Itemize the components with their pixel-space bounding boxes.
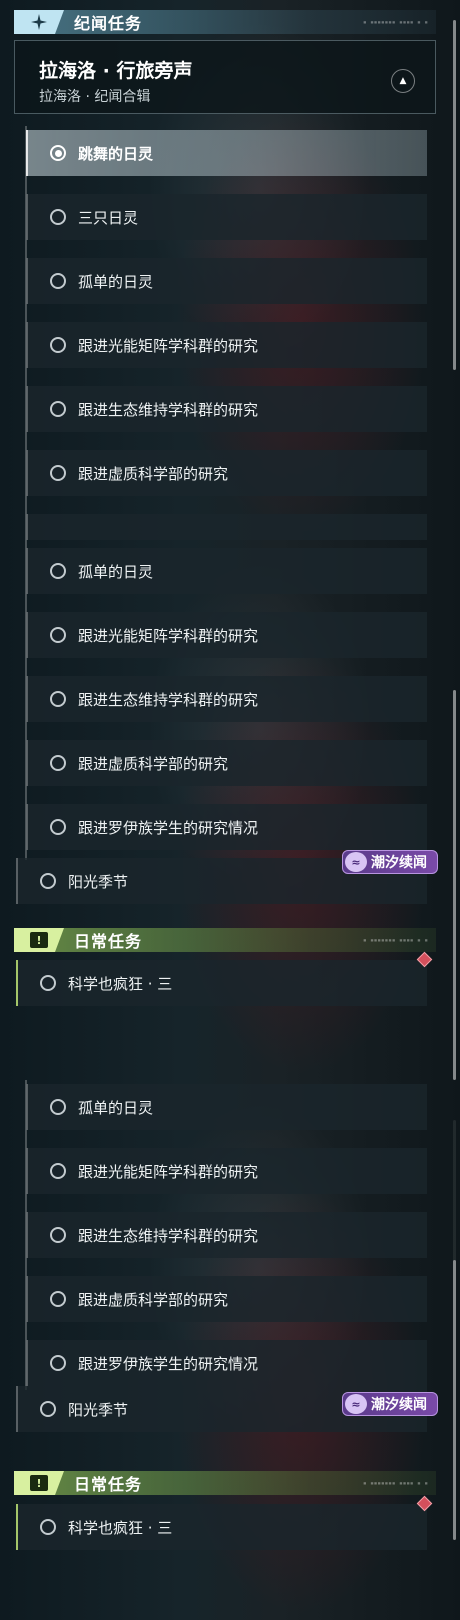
- header-deco-text: ▪ ▪▪▪▪▪▪▪ ▪▪▪▪ ▪ ▪: [362, 936, 428, 944]
- quest-row[interactable]: 跟进生态维持学科群的研究: [26, 1212, 427, 1258]
- quest-label: 跟进罗伊族学生的研究情况: [78, 1354, 259, 1373]
- radio-icon: [50, 627, 66, 643]
- header-deco-text: ▪ ▪▪▪▪▪▪▪ ▪▪▪▪ ▪ ▪: [362, 1479, 428, 1487]
- quest-label: 跟进虚质科学部的研究: [78, 464, 229, 483]
- radio-icon: [50, 1163, 66, 1179]
- radio-icon: [50, 819, 66, 835]
- quest-row[interactable]: 跳舞的日灵: [26, 130, 427, 176]
- quest-row[interactable]: 跟进虚质科学部的研究: [26, 1276, 427, 1322]
- scrollbar-track[interactable]: [453, 690, 456, 1080]
- quest-label: 跟进生态维持学科群的研究: [78, 1226, 259, 1245]
- quest-row[interactable]: 跟进光能矩阵学科群的研究: [26, 1148, 427, 1194]
- chaoxi-badge-label: 潮汐续闻: [371, 855, 427, 871]
- quest-label: 跟进虚质科学部的研究: [78, 754, 229, 773]
- exclamation-icon: !: [30, 932, 48, 948]
- quest-label: 跟进罗伊族学生的研究情况: [78, 818, 259, 837]
- quest-group-card[interactable]: 拉海洛 · 行旅旁声 拉海洛 · 纪闻合辑 ▲: [14, 40, 436, 114]
- radio-icon: [50, 755, 66, 771]
- quest-label: 跟进生态维持学科群的研究: [78, 690, 259, 709]
- radio-icon: [50, 691, 66, 707]
- daily-quest-header: ! 日常任务 ▪ ▪▪▪▪▪▪▪ ▪▪▪▪ ▪ ▪: [14, 1471, 436, 1495]
- radio-icon: [40, 975, 56, 991]
- quest-label: 跟进生态维持学科群的研究: [78, 400, 259, 419]
- quest-label: 跳舞的日灵: [78, 144, 154, 163]
- wave-icon: ≈: [345, 852, 367, 872]
- chaoxi-badge: ≈ 潮汐续闻: [342, 850, 438, 874]
- scrollbar-track[interactable]: [453, 1120, 456, 1540]
- daily-quest-title: 日常任务: [74, 1475, 143, 1494]
- radio-icon: [50, 465, 66, 481]
- quest-label: 阳光季节: [68, 1400, 129, 1419]
- quest-label: 孤单的日灵: [78, 562, 154, 581]
- quest-label: 阳光季节: [68, 872, 129, 891]
- radio-icon: [40, 1519, 56, 1535]
- quest-row[interactable]: 跟进光能矩阵学科群的研究: [26, 322, 427, 368]
- chevron-up-icon[interactable]: ▲: [391, 69, 415, 93]
- scrollbar-thumb[interactable]: [453, 690, 456, 1080]
- quest-row[interactable]: 三只日灵: [26, 194, 427, 240]
- quest-panel-top: 纪闻任务 ▪ ▪▪▪▪▪▪▪ ▪▪▪▪ ▪ ▪ 拉海洛 · 行旅旁声 拉海洛 ·…: [0, 0, 460, 540]
- quest-row[interactable]: 孤单的日灵: [26, 548, 427, 594]
- quest-label: 跟进虚质科学部的研究: [78, 1290, 229, 1309]
- chaoxi-badge-label: 潮汐续闻: [371, 1397, 427, 1413]
- quest-row-daily[interactable]: 科学也疯狂 · 三: [16, 960, 427, 1006]
- chaoxi-badge: ≈ 潮汐续闻: [342, 1392, 438, 1416]
- quest-row[interactable]: 跟进罗伊族学生的研究情况: [26, 1340, 427, 1386]
- quest-row[interactable]: 跟进光能矩阵学科群的研究: [26, 612, 427, 658]
- exclamation-icon: !: [30, 1475, 48, 1491]
- radio-icon: [50, 209, 66, 225]
- radio-icon: [40, 873, 56, 889]
- group-subtitle: 拉海洛 · 纪闻合辑: [39, 89, 151, 105]
- quest-panel-bottom: 孤单的日灵跟进光能矩阵学科群的研究 跟进生态维持学科群的研究 跟进虚质科学部的研究跟…: [0, 1080, 460, 1620]
- daily-quest-title: 日常任务: [74, 932, 143, 951]
- header-deco-text: ▪ ▪▪▪▪▪▪▪ ▪▪▪▪ ▪ ▪: [362, 18, 428, 26]
- daily-quest-header: ! 日常任务 ▪ ▪▪▪▪▪▪▪ ▪▪▪▪ ▪ ▪: [14, 928, 436, 952]
- radio-icon: [50, 1227, 66, 1243]
- story-quest-title: 纪闻任务: [74, 14, 143, 33]
- radio-icon: [50, 563, 66, 579]
- sparkle-icon: [14, 10, 64, 34]
- radio-icon: [50, 401, 66, 417]
- wave-icon: ≈: [345, 1394, 367, 1414]
- radio-icon: [50, 1355, 66, 1371]
- quest-label: 孤单的日灵: [78, 272, 154, 291]
- radio-icon: [50, 1291, 66, 1307]
- group-title: 拉海洛 · 行旅旁声: [39, 60, 193, 82]
- radio-icon: [50, 273, 66, 289]
- quest-label: 科学也疯狂 · 三: [68, 1518, 173, 1537]
- scrollbar-thumb[interactable]: [453, 1260, 456, 1540]
- quest-row[interactable]: 孤单的日灵: [26, 258, 427, 304]
- quest-row[interactable]: 跟进罗伊族学生的研究情况: [26, 804, 427, 850]
- radio-selected-icon: [50, 145, 66, 161]
- scrollbar-track[interactable]: [453, 20, 456, 370]
- radio-icon: [40, 1401, 56, 1417]
- quest-row-partial[interactable]: [26, 514, 427, 540]
- story-quest-header: 纪闻任务 ▪ ▪▪▪▪▪▪▪ ▪▪▪▪ ▪ ▪: [14, 10, 436, 34]
- quest-row[interactable]: 跟进虚质科学部的研究: [26, 740, 427, 786]
- quest-label: 三只日灵: [78, 208, 139, 227]
- scrollbar-thumb[interactable]: [453, 20, 456, 370]
- quest-label: 跟进光能矩阵学科群的研究: [78, 1162, 259, 1181]
- quest-label: 跟进光能矩阵学科群的研究: [78, 336, 259, 355]
- quest-row[interactable]: 跟进虚质科学部的研究: [26, 450, 427, 496]
- quest-panel-middle: 孤单的日灵跟进光能矩阵学科群的研究 跟进生态维持学科群的研究 跟进虚质科学部的研究跟…: [0, 540, 460, 1080]
- quest-label: 孤单的日灵: [78, 1098, 154, 1117]
- radio-icon: [50, 1099, 66, 1115]
- quest-row[interactable]: 跟进生态维持学科群的研究: [26, 676, 427, 722]
- quest-row-daily[interactable]: 科学也疯狂 · 三: [16, 1504, 427, 1550]
- quest-row[interactable]: 孤单的日灵: [26, 1084, 427, 1130]
- quest-label: 跟进光能矩阵学科群的研究: [78, 626, 259, 645]
- radio-icon: [50, 337, 66, 353]
- quest-row[interactable]: 跟进生态维持学科群的研究: [26, 386, 427, 432]
- quest-label: 科学也疯狂 · 三: [68, 974, 173, 993]
